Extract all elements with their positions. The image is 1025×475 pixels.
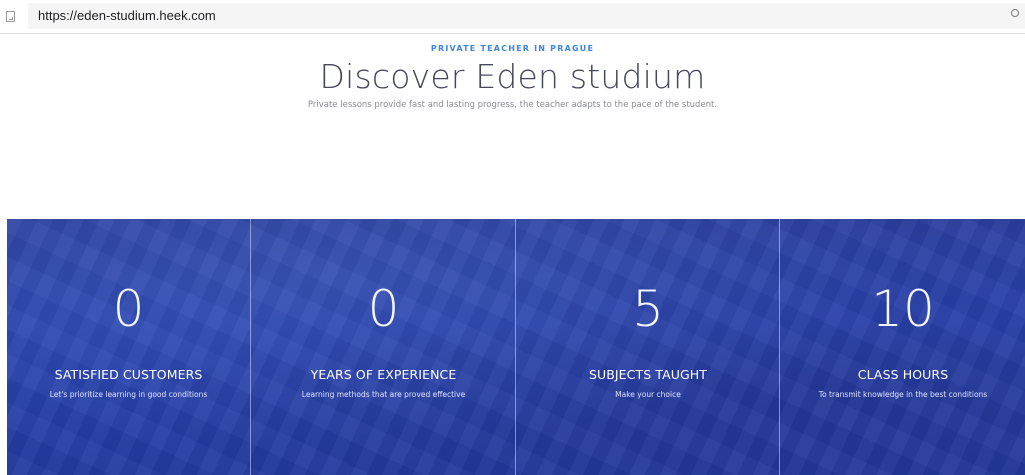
page-icon (6, 11, 15, 22)
stat-description: Learning methods that are proved effecti… (301, 390, 466, 399)
browser-address-bar: https://eden-studium.heek.com (0, 0, 1025, 34)
stat-label: CLASS HOURS (857, 367, 949, 382)
stat-years-of-experience: 0 YEARS OF EXPERIENCE Learning methods t… (250, 219, 516, 475)
url-text[interactable]: https://eden-studium.heek.com (38, 8, 216, 23)
stat-description: Let's prioritize learning in good condit… (49, 390, 208, 399)
stat-label: SUBJECTS TAUGHT (588, 367, 708, 382)
key-icon[interactable] (1011, 9, 1019, 17)
stat-satisfied-customers: 0 SATISFIED CUSTOMERS Let's prioritize l… (7, 219, 250, 475)
stat-number: 0 (367, 280, 400, 338)
stats-section: 0 SATISFIED CUSTOMERS Let's prioritize l… (7, 219, 1025, 475)
stat-label: YEARS OF EXPERIENCE (310, 367, 457, 382)
stat-label: SATISFIED CUSTOMERS (54, 367, 203, 382)
hero-section: PRIVATE TEACHER IN PRAGUE Discover Eden … (0, 34, 1025, 110)
stat-description: To transmit knowledge in the best condit… (818, 390, 988, 399)
hero-subtitle: Private lessons provide fast and lasting… (307, 100, 718, 110)
stat-number: 0 (112, 280, 145, 338)
stat-class-hours: 10 CLASS HOURS To transmit knowledge in … (779, 219, 1025, 475)
stat-number: 10 (871, 280, 935, 338)
stat-subjects-taught: 5 SUBJECTS TAUGHT Make your choice (515, 219, 780, 475)
address-box[interactable]: https://eden-studium.heek.com (28, 3, 1025, 29)
page-title: Discover Eden studium (319, 57, 706, 96)
stat-number: 5 (632, 280, 664, 338)
hero-eyebrow: PRIVATE TEACHER IN PRAGUE (430, 44, 595, 53)
stat-description: Make your choice (615, 390, 681, 399)
